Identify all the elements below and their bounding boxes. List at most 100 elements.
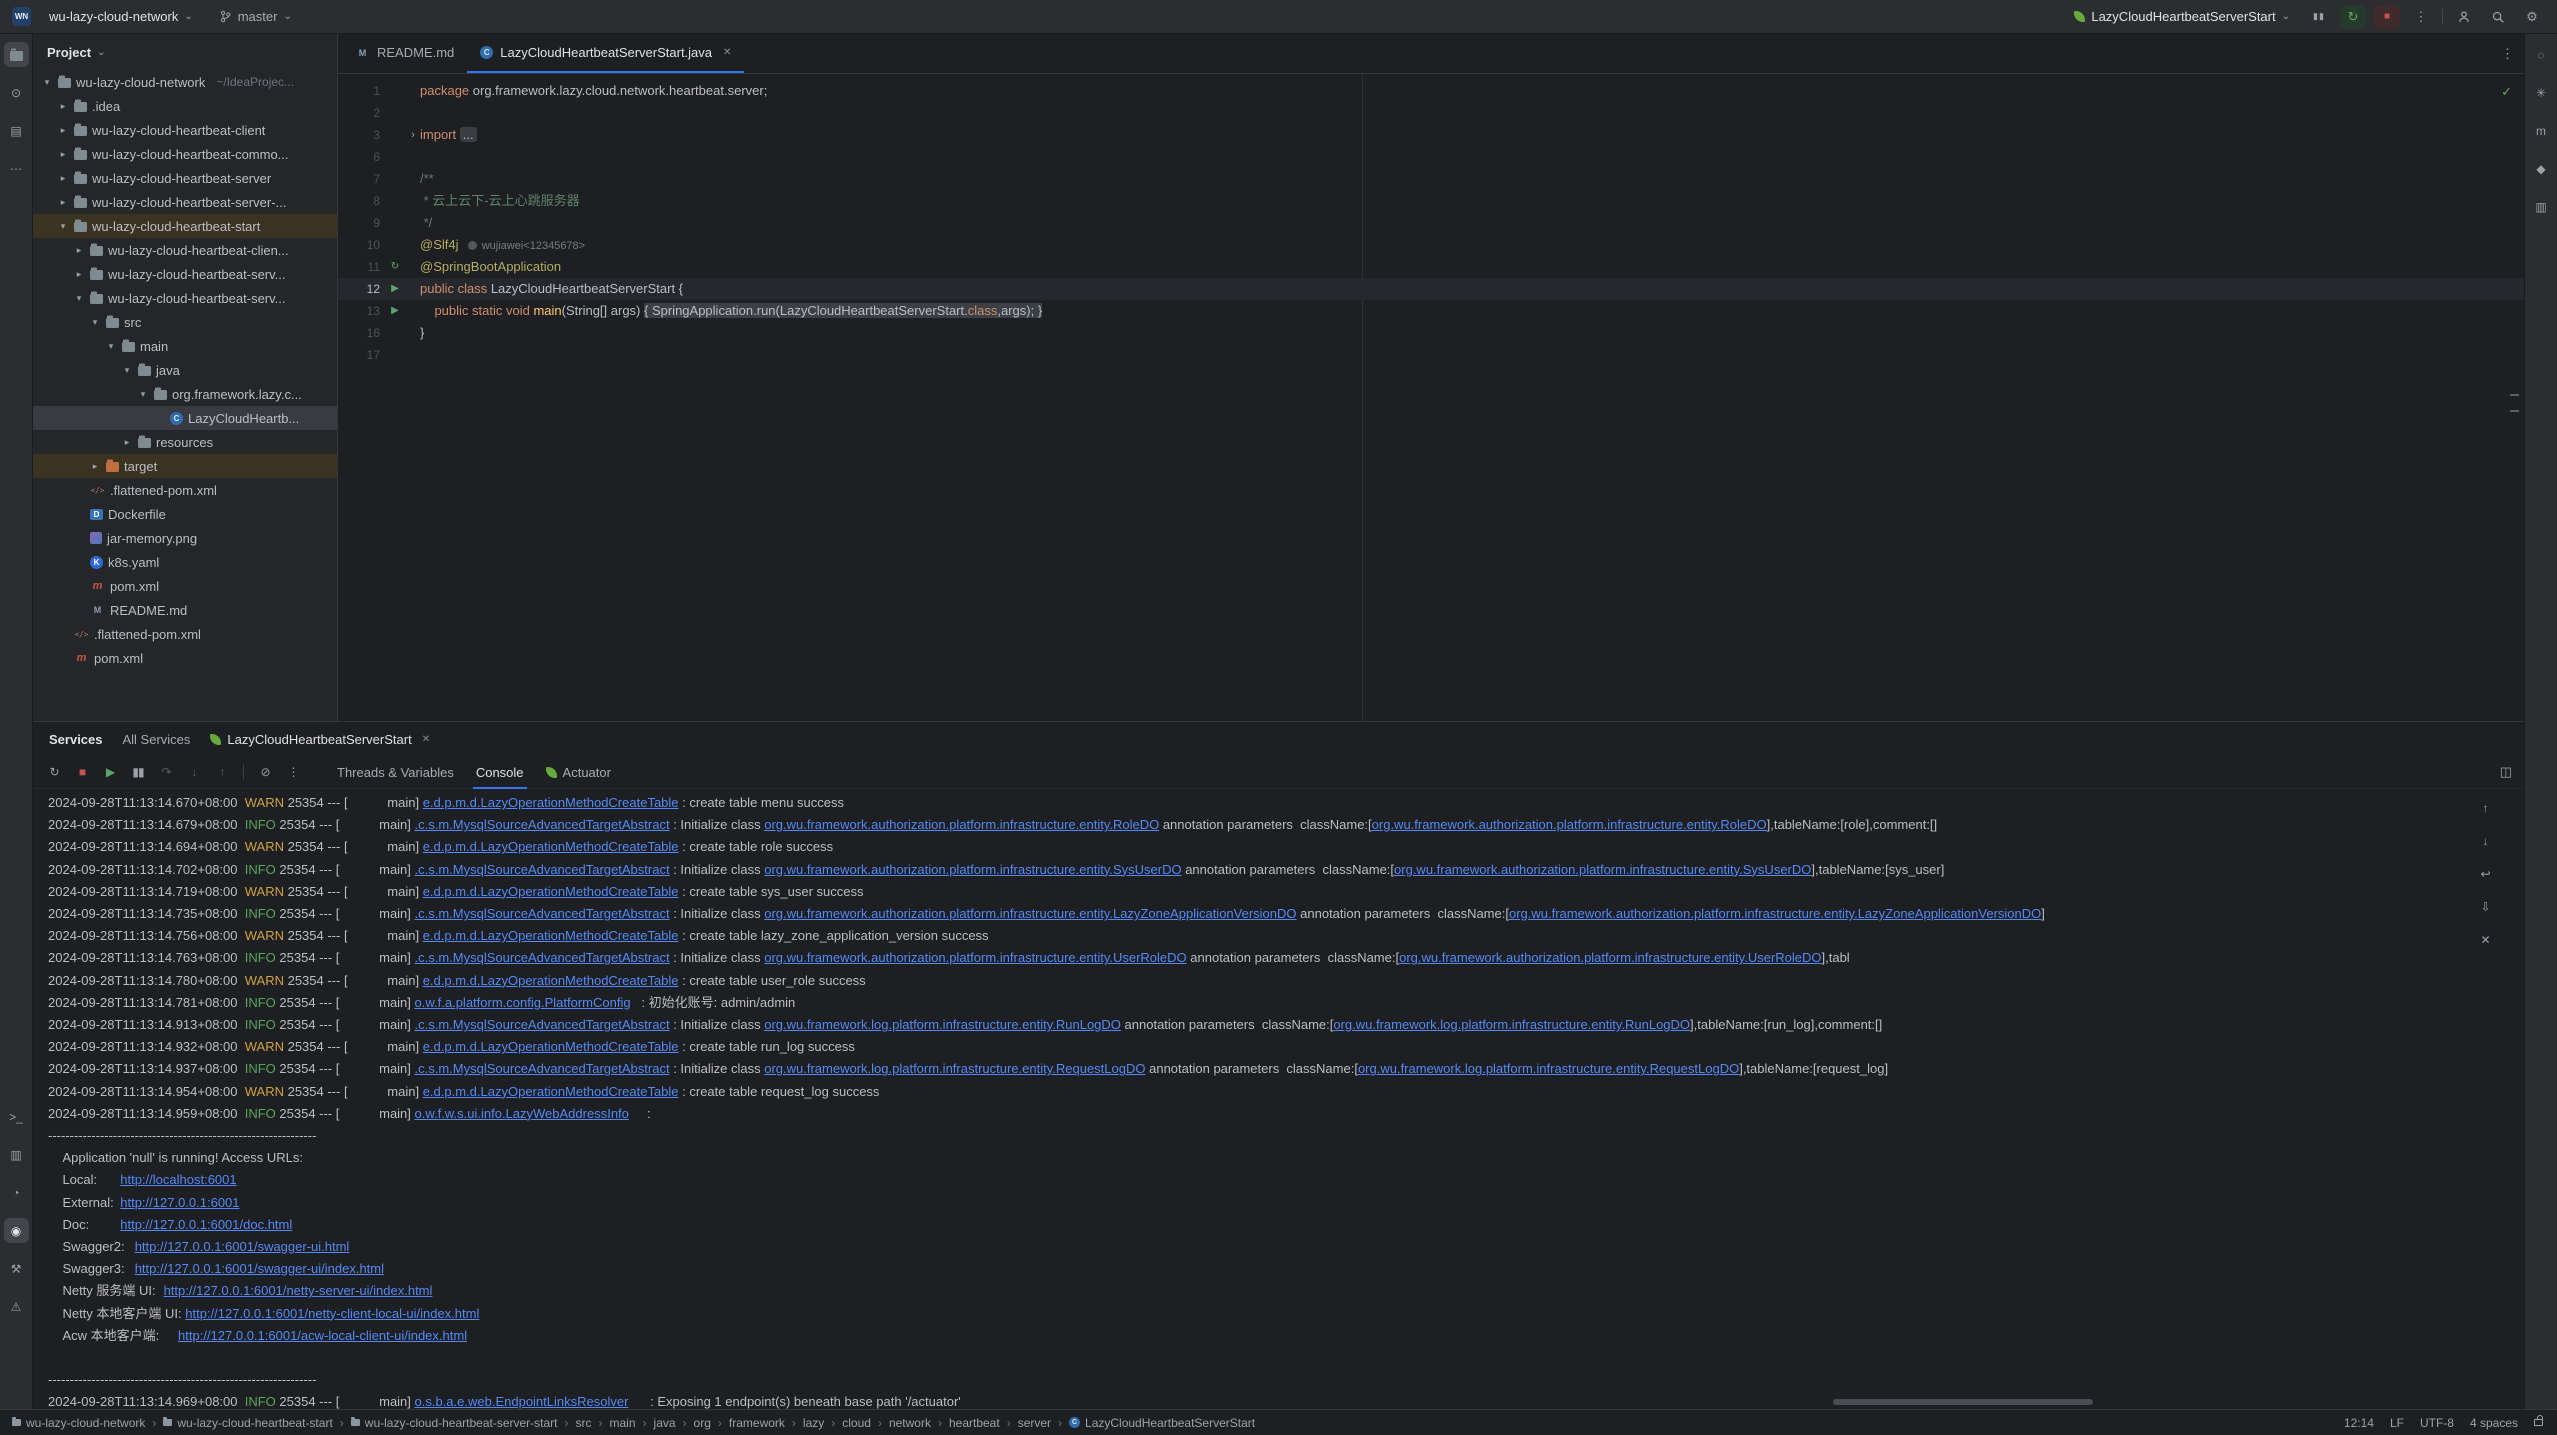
- tree-chevron-icon[interactable]: ▸: [57, 197, 69, 208]
- breadcrumb-item[interactable]: main: [610, 1416, 636, 1430]
- console-url-link[interactable]: http://127.0.0.1:6001/doc.html: [120, 1217, 292, 1232]
- tree-item[interactable]: ▸.idea: [33, 94, 337, 118]
- console-url-link[interactable]: http://127.0.0.1:6001/swagger-ui.html: [135, 1239, 350, 1254]
- stop-application-icon[interactable]: ■: [2374, 5, 2400, 29]
- console-url-link[interactable]: http://127.0.0.1:6001/acw-local-client-u…: [178, 1328, 467, 1343]
- run-gutter-icon[interactable]: ▶: [384, 278, 406, 300]
- project-avatar[interactable]: WN: [12, 7, 31, 26]
- logger-link[interactable]: .c.s.m.MysqlSourceAdvancedTargetAbstract: [415, 1061, 670, 1076]
- status-widget[interactable]: 12:14: [2344, 1416, 2374, 1430]
- lock-icon[interactable]: [2534, 1419, 2543, 1426]
- scroll-to-bottom-icon[interactable]: ↓: [2474, 830, 2496, 852]
- tree-item[interactable]: ▾wu-lazy-cloud-heartbeat-serv...: [33, 286, 337, 310]
- mute-breakpoints-icon[interactable]: ⊘: [254, 761, 276, 783]
- tree-item[interactable]: mpom.xml: [33, 646, 337, 670]
- logger-link[interactable]: e.d.p.m.d.LazyOperationMethodCreateTable: [423, 839, 679, 854]
- run-gutter-icon[interactable]: ▶: [384, 300, 406, 322]
- spring-run-gutter-icon[interactable]: ↻: [384, 256, 406, 278]
- status-widget[interactable]: UTF-8: [2420, 1416, 2454, 1430]
- tree-chevron-icon[interactable]: ▸: [73, 269, 85, 280]
- ai-assistant-icon[interactable]: ✳: [2529, 80, 2554, 105]
- breadcrumb-item[interactable]: server: [1018, 1416, 1051, 1430]
- logger-link[interactable]: .c.s.m.MysqlSourceAdvancedTargetAbstract: [415, 862, 670, 877]
- services-tab[interactable]: All Services: [123, 732, 191, 747]
- tree-item[interactable]: jar-memory.png: [33, 526, 337, 550]
- console[interactable]: 2024-09-28T11:13:14.670+08:00 WARN 25354…: [33, 789, 2524, 1409]
- tree-item[interactable]: DDockerfile: [33, 502, 337, 526]
- pause-icon[interactable]: ▮▮: [127, 761, 149, 783]
- rerun-icon[interactable]: ↻: [43, 761, 65, 783]
- tree-item[interactable]: ▸wu-lazy-cloud-heartbeat-serv...: [33, 262, 337, 286]
- step-into-icon[interactable]: ↓: [183, 761, 205, 783]
- breadcrumb-item[interactable]: wu-lazy-cloud-network: [12, 1416, 145, 1430]
- tree-chevron-icon[interactable]: ▾: [41, 77, 53, 88]
- status-widget[interactable]: 4 spaces: [2470, 1416, 2518, 1430]
- logger-link[interactable]: e.d.p.m.d.LazyOperationMethodCreateTable: [423, 795, 679, 810]
- tree-chevron-icon[interactable]: ▸: [57, 173, 69, 184]
- tree-item[interactable]: ▾src: [33, 310, 337, 334]
- editor-tab[interactable]: CLazyCloudHeartbeatServerStart.java✕: [467, 34, 744, 73]
- view-tab-actuator[interactable]: Actuator: [535, 756, 622, 789]
- layout-settings-icon[interactable]: ◫: [2500, 764, 2512, 780]
- tree-chevron-icon[interactable]: ▸: [89, 461, 101, 472]
- todo-icon[interactable]: ◔: [4, 1180, 29, 1205]
- tree-item[interactable]: ▸wu-lazy-cloud-heartbeat-server-...: [33, 190, 337, 214]
- more-icon[interactable]: ⋮: [282, 761, 304, 783]
- inspections-ok-icon[interactable]: ✓: [2501, 84, 2512, 100]
- tree-item[interactable]: ▾wu-lazy-cloud-heartbeat-start: [33, 214, 337, 238]
- build-icon[interactable]: ⚒: [4, 1256, 29, 1281]
- search-icon[interactable]: [2485, 5, 2511, 29]
- logger-link[interactable]: .c.s.m.MysqlSourceAdvancedTargetAbstract: [415, 1017, 670, 1032]
- class-link[interactable]: org.wu.framework.authorization.platform.…: [1509, 906, 2041, 921]
- settings-gear-icon[interactable]: ⚙: [2519, 5, 2545, 29]
- breadcrumb-item[interactable]: src: [576, 1416, 592, 1430]
- tree-chevron-icon[interactable]: ▸: [73, 245, 85, 256]
- profiler-icon[interactable]: ▮▮: [2306, 5, 2332, 29]
- tree-item[interactable]: CLazyCloudHeartb...: [33, 406, 337, 430]
- breadcrumb-item[interactable]: cloud: [842, 1416, 871, 1430]
- structure-icon[interactable]: ▤: [4, 118, 29, 143]
- class-link[interactable]: org.wu.framework.authorization.platform.…: [1372, 817, 1767, 832]
- logger-link[interactable]: e.d.p.m.d.LazyOperationMethodCreateTable: [423, 928, 679, 943]
- services-tab[interactable]: LazyCloudHeartbeatServerStart✕: [210, 732, 430, 747]
- tree-chevron-icon[interactable]: ▾: [121, 365, 133, 376]
- console-url-link[interactable]: http://127.0.0.1:6001: [120, 1195, 239, 1210]
- scroll-to-end-icon[interactable]: ⇩: [2474, 896, 2496, 918]
- notifications-icon[interactable]: ◌: [2529, 42, 2554, 67]
- tree-item[interactable]: ▾org.framework.lazy.c...: [33, 382, 337, 406]
- tree-chevron-icon[interactable]: ▸: [121, 437, 133, 448]
- problems-icon[interactable]: ⚠: [4, 1294, 29, 1319]
- step-over-icon[interactable]: ↷: [155, 761, 177, 783]
- editor[interactable]: 1package org.framework.lazy.cloud.networ…: [338, 74, 2524, 721]
- resume-icon[interactable]: ▶: [99, 761, 121, 783]
- terminal-icon[interactable]: >_: [4, 1104, 29, 1129]
- project-selector[interactable]: wu-lazy-cloud-network ⌄: [41, 6, 201, 27]
- code-with-me-icon[interactable]: [2451, 5, 2477, 29]
- database-icon[interactable]: ▥: [2529, 194, 2554, 219]
- horizontal-scrollbar[interactable]: [1833, 1399, 2093, 1405]
- tree-item[interactable]: ▾java: [33, 358, 337, 382]
- commit-icon[interactable]: ⊙: [4, 80, 29, 105]
- breadcrumb-item[interactable]: org: [694, 1416, 711, 1430]
- console-url-link[interactable]: http://127.0.0.1:6001/swagger-ui/index.h…: [135, 1261, 384, 1276]
- step-out-icon[interactable]: ↑: [211, 761, 233, 783]
- class-link[interactable]: org.wu.framework.log.platform.infrastruc…: [764, 1061, 1145, 1076]
- class-link[interactable]: org.wu.framework.authorization.platform.…: [1399, 950, 1821, 965]
- tree-item[interactable]: </>.flattened-pom.xml: [33, 478, 337, 502]
- tree-chevron-icon[interactable]: ▸: [57, 101, 69, 112]
- tree-item[interactable]: </>.flattened-pom.xml: [33, 622, 337, 646]
- tree-chevron-icon[interactable]: ▾: [137, 389, 149, 400]
- console-url-link[interactable]: http://127.0.0.1:6001/netty-server-ui/in…: [164, 1283, 433, 1298]
- rerun-application-icon[interactable]: ↻: [2340, 5, 2366, 29]
- database-icon[interactable]: ▥: [4, 1142, 29, 1167]
- class-link[interactable]: org.wu.framework.authorization.platform.…: [764, 906, 1296, 921]
- view-tab-console[interactable]: Console: [465, 756, 535, 789]
- tree-item[interactable]: ▸wu-lazy-cloud-heartbeat-clien...: [33, 238, 337, 262]
- project-icon[interactable]: [4, 42, 29, 67]
- tree-item[interactable]: ▸target: [33, 454, 337, 478]
- logger-link[interactable]: o.w.f.w.s.ui.info.LazyWebAddressInfo: [415, 1106, 629, 1121]
- logger-link[interactable]: .c.s.m.MysqlSourceAdvancedTargetAbstract: [415, 906, 670, 921]
- tree-chevron-icon[interactable]: ▾: [73, 293, 85, 304]
- console-url-link[interactable]: http://localhost:6001: [120, 1172, 236, 1187]
- services-icon[interactable]: ◉: [4, 1218, 29, 1243]
